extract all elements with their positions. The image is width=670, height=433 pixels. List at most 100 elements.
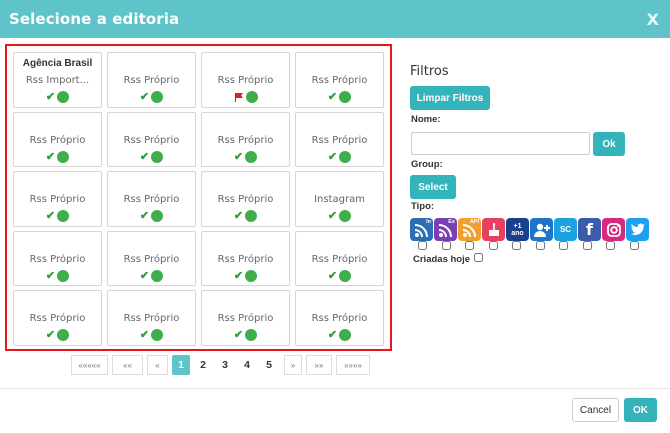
birthday-cake-icon[interactable] bbox=[482, 218, 505, 241]
check-icon: ✔ bbox=[45, 269, 56, 282]
editoria-card[interactable]: Rss Próprio ✔ bbox=[295, 111, 384, 167]
card-source-name: Rss Próprio bbox=[123, 253, 180, 265]
card-status: ✔ bbox=[202, 210, 289, 222]
rss-ex-icon[interactable]: Ex bbox=[434, 218, 457, 241]
page-3-button[interactable]: 3 bbox=[216, 355, 234, 375]
name-label: Nome: bbox=[411, 114, 441, 125]
prev-block-button[interactable]: «« bbox=[112, 355, 143, 375]
editoria-card[interactable]: Rss Próprio ✔ bbox=[13, 171, 102, 227]
editoria-card[interactable]: Rss Próprio ✔ bbox=[13, 290, 102, 346]
footer-divider bbox=[0, 388, 670, 389]
editoria-card[interactable]: Rss Próprio ✔ bbox=[107, 111, 196, 167]
editoria-card[interactable]: Rss Próprio ✔ bbox=[201, 111, 290, 167]
group-select-button[interactable]: Select bbox=[410, 175, 456, 199]
check-icon: ✔ bbox=[233, 210, 244, 222]
editoria-card[interactable]: Rss Próprio bbox=[201, 52, 290, 108]
close-icon[interactable]: X bbox=[647, 10, 659, 29]
filters-title: Filtros bbox=[410, 64, 449, 79]
first-page-button[interactable]: ««««« bbox=[71, 355, 108, 375]
page-2-button[interactable]: 2 bbox=[194, 355, 212, 375]
card-source-name: Rss Próprio bbox=[311, 313, 368, 324]
cancel-button[interactable]: Cancel bbox=[572, 398, 619, 422]
tipo-badge: In bbox=[426, 219, 431, 225]
editoria-card[interactable]: Rss Próprio ✔ bbox=[295, 230, 384, 286]
rss-in-icon[interactable]: In bbox=[410, 218, 433, 241]
page-4-button[interactable]: 4 bbox=[238, 355, 256, 375]
check-icon: ✔ bbox=[233, 329, 244, 341]
editoria-card[interactable]: Agência Brasil Rss Import... ✔ bbox=[13, 52, 102, 108]
page-1-button[interactable]: 1 bbox=[172, 355, 190, 375]
green-dot-icon bbox=[245, 269, 258, 282]
add-user-icon[interactable] bbox=[530, 218, 553, 241]
card-source-name: Rss Próprio bbox=[123, 313, 180, 324]
editoria-card[interactable]: Rss Próprio ✔ bbox=[107, 52, 196, 108]
card-source-name: Rss Próprio bbox=[311, 134, 368, 146]
tipo-checkbox[interactable] bbox=[535, 241, 545, 250]
check-icon: ✔ bbox=[233, 150, 244, 163]
green-dot-icon bbox=[151, 269, 164, 282]
card-status: ✔ bbox=[296, 150, 383, 163]
editoria-card[interactable]: Rss Próprio ✔ bbox=[201, 230, 290, 286]
next-page-button[interactable]: » bbox=[284, 355, 302, 375]
editoria-card[interactable]: Instagram ✔ bbox=[295, 171, 384, 227]
criadas-hoje-checkbox[interactable] bbox=[474, 253, 483, 262]
check-icon: ✔ bbox=[139, 329, 150, 341]
instagram-icon[interactable] bbox=[602, 218, 625, 241]
last-page-button[interactable]: »»»» bbox=[336, 355, 370, 375]
page-5-button[interactable]: 5 bbox=[260, 355, 278, 375]
name-ok-button[interactable]: Ok bbox=[593, 132, 625, 156]
tipo-checkbox[interactable] bbox=[582, 241, 592, 250]
editoria-card[interactable]: Rss Próprio ✔ bbox=[13, 230, 102, 286]
editoria-card[interactable]: Rss Próprio ✔ bbox=[13, 111, 102, 167]
check-icon: ✔ bbox=[45, 150, 56, 163]
tipo-checkbox[interactable] bbox=[488, 241, 498, 250]
tipo-checkbox[interactable] bbox=[606, 241, 615, 250]
filters-panel: Filtros Limpar Filtros Nome: Ok Group: S… bbox=[410, 64, 650, 265]
check-icon: ✔ bbox=[45, 210, 56, 222]
editoria-card[interactable]: Rss Próprio ✔ bbox=[107, 171, 196, 227]
tipo-checkbox[interactable] bbox=[559, 241, 568, 250]
card-source-name: Rss Próprio bbox=[217, 253, 274, 265]
editoria-card[interactable]: Rss Próprio ✔ bbox=[201, 171, 290, 227]
tipo-checkbox[interactable] bbox=[465, 241, 474, 250]
rss-api-icon[interactable]: API bbox=[458, 218, 481, 241]
facebook-icon[interactable]: f bbox=[578, 218, 601, 241]
editoria-card[interactable]: Rss Próprio ✔ bbox=[107, 230, 196, 286]
green-dot-icon bbox=[57, 91, 70, 103]
editoria-card[interactable]: Rss Próprio ✔ bbox=[201, 290, 290, 346]
twitter-icon[interactable] bbox=[626, 218, 649, 241]
tipo-checkbox[interactable] bbox=[629, 241, 639, 250]
card-source-name: Rss Próprio bbox=[217, 313, 274, 324]
card-source-name: Rss Import... bbox=[25, 75, 90, 86]
card-status: ✔ bbox=[14, 91, 101, 103]
pagination: ««««« «« « 1 2 3 4 5 » »» »»»» bbox=[71, 355, 370, 375]
editoria-card[interactable]: Rss Próprio ✔ bbox=[295, 52, 384, 108]
prev-page-button[interactable]: « bbox=[147, 355, 168, 375]
card-status: ✔ bbox=[202, 269, 289, 282]
clear-filters-button[interactable]: Limpar Filtros bbox=[410, 86, 490, 110]
tipo-checkbox[interactable] bbox=[441, 241, 451, 250]
sc-icon[interactable]: SC bbox=[554, 218, 577, 241]
editoria-card[interactable]: Rss Próprio ✔ bbox=[295, 290, 384, 346]
tipo-badge: Ex bbox=[448, 219, 455, 225]
green-dot-icon bbox=[245, 150, 258, 163]
green-dot-icon bbox=[57, 329, 70, 341]
green-dot-icon bbox=[151, 150, 164, 163]
tipo-checkbox[interactable] bbox=[418, 241, 427, 250]
green-dot-icon bbox=[245, 329, 258, 341]
tipo-checkbox[interactable] bbox=[512, 241, 521, 250]
next-block-button[interactable]: »» bbox=[306, 355, 332, 375]
green-dot-icon bbox=[339, 91, 352, 103]
card-status: ✔ bbox=[14, 269, 101, 282]
green-dot-icon bbox=[339, 210, 352, 222]
card-source-name: Instagram bbox=[314, 194, 365, 205]
green-dot-icon bbox=[151, 210, 164, 222]
card-source-name: Rss Próprio bbox=[311, 75, 368, 86]
name-input[interactable] bbox=[411, 132, 590, 155]
editoria-card[interactable]: Rss Próprio ✔ bbox=[107, 290, 196, 346]
ok-button[interactable]: OK bbox=[624, 398, 657, 422]
green-dot-icon bbox=[339, 269, 352, 282]
card-status: ✔ bbox=[108, 329, 195, 341]
plus-one-year-icon[interactable]: +1 ano bbox=[506, 218, 529, 241]
check-icon: ✔ bbox=[327, 269, 338, 282]
